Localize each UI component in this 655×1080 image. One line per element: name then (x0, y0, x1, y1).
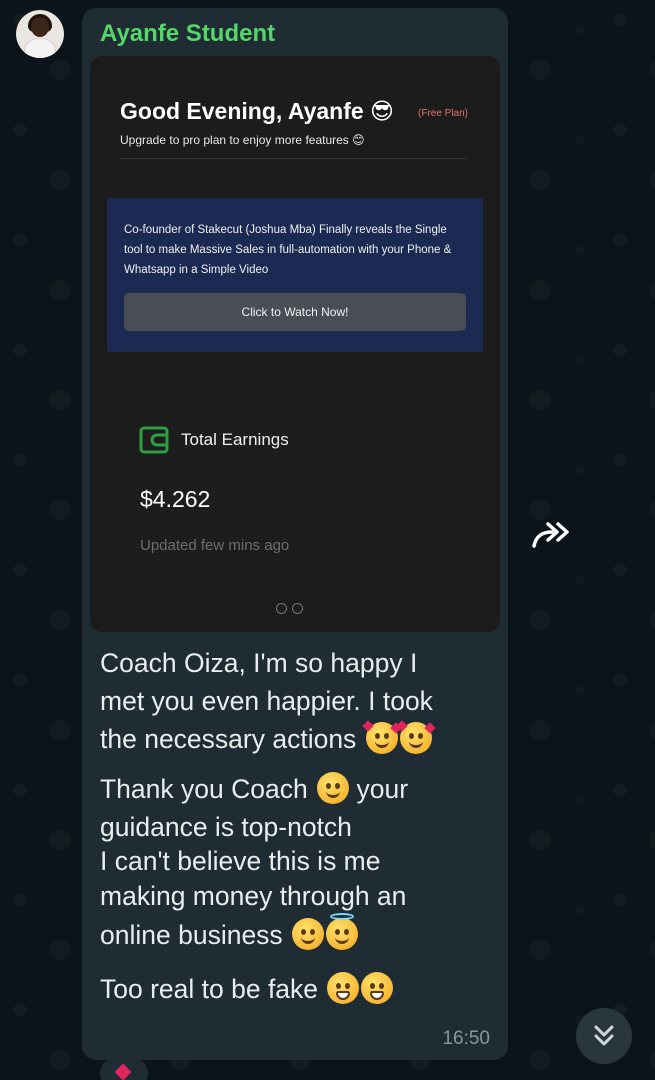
smiling-face-emoji (317, 772, 350, 804)
carousel-dot (276, 603, 287, 614)
message-line: guidance is top-notch (100, 812, 352, 842)
message-line-text: the necessary actions (100, 724, 357, 754)
message-text: Thank you Coach your guidance is top-not… (100, 770, 408, 846)
sender-avatar[interactable] (16, 10, 64, 58)
carousel-dots (276, 603, 303, 614)
message-line: I can't believe this is me (100, 846, 381, 876)
message-line: met you even happier. I took (100, 686, 433, 716)
sender-name[interactable]: Ayanfe Student (100, 20, 275, 48)
next-message-reaction[interactable] (100, 1058, 148, 1080)
message-line: online business (100, 913, 406, 953)
earnings-label: Total Earnings (181, 430, 289, 449)
avatar-body (24, 38, 56, 58)
carousel-dot (292, 603, 303, 614)
sunglasses-emoji: 😎 (370, 98, 395, 124)
earnings-value: $4.262 (140, 486, 211, 512)
message-line-text: Thank you Coach (100, 774, 308, 804)
dashboard-greeting: Good Evening, Ayanfe 😎 (120, 98, 394, 125)
wallet-icon (139, 426, 169, 454)
watch-now-button: Click to Watch Now! (124, 293, 466, 331)
message-text: I can't believe this is me making money … (100, 844, 406, 953)
double-chevron-down-icon (594, 1025, 614, 1046)
heart-icon (114, 1063, 132, 1080)
halo-face-emoji (326, 913, 359, 950)
message-line: the necessary actions (100, 720, 436, 758)
message-text: Too real to be fake (100, 970, 394, 1008)
message-line: Too real to be fake (100, 970, 394, 1008)
message-line-text: online business (100, 920, 283, 950)
smiling-face-emoji (292, 918, 325, 950)
smiling-face-with-hearts-emoji (362, 720, 402, 754)
message-line: making money through an (100, 881, 407, 911)
attached-screenshot[interactable]: Good Evening, Ayanfe 😎 (Free Plan) Upgra… (90, 56, 500, 632)
message-line-text: Too real to be fake (100, 974, 319, 1004)
message-text: Coach Oiza, I'm so happy I met you even … (100, 644, 436, 758)
message-line: Coach Oiza, I'm so happy I (100, 648, 418, 678)
dashboard-subtitle: Upgrade to pro plan to enjoy more featur… (120, 133, 365, 147)
forward-icon[interactable] (530, 518, 574, 554)
message-line: Thank you Coach your (100, 770, 408, 808)
message-line-text: your (356, 774, 409, 804)
divider (120, 158, 466, 159)
message-timestamp: 16:50 (442, 1028, 490, 1049)
greeting-text: Good Evening, Ayanfe (120, 98, 364, 124)
grinning-face-emoji (327, 972, 360, 1004)
plan-tag: (Free Plan) (418, 108, 469, 119)
promo-banner: Co-founder of Stakecut (Joshua Mba) Fina… (107, 198, 483, 352)
avatar-face (31, 17, 49, 37)
message-bubble[interactable]: Ayanfe Student Good Evening, Ayanfe 😎 (F… (82, 8, 508, 1060)
earnings-card: Total Earnings $4.262 Updated few mins a… (107, 392, 483, 560)
earnings-updated: Updated few mins ago (140, 537, 290, 554)
laughing-face-emoji (361, 972, 394, 1004)
promo-text: Co-founder of Stakecut (Joshua Mba) Fina… (124, 224, 452, 276)
smiling-face-with-hearts-emoji (396, 720, 436, 754)
scroll-to-bottom-button[interactable] (576, 1008, 632, 1064)
